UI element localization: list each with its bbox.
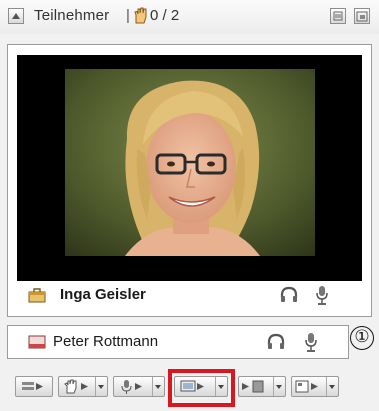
microphone-icon[interactable] [314,284,330,311]
list-view-icon[interactable] [330,8,346,24]
chevron-down-icon[interactable] [273,377,285,396]
title-separator: | [126,7,130,24]
participant-status-icon [28,334,46,355]
participant-list: Inga Geisler [7,44,372,317]
participants-panel: Teilnehmer | 0 / 2 Inga Geisler Peter Ro… [0,0,379,411]
list-item[interactable]: Inga Geisler [17,281,362,309]
participant-name: Peter Rottmann [53,333,159,350]
raise-hand-button[interactable] [58,376,108,397]
chevron-down-icon[interactable] [326,377,338,396]
move-to-room-button[interactable] [15,376,53,397]
list-item[interactable]: Peter Rottmann [7,325,349,359]
microphone-icon[interactable] [303,331,319,358]
video-feed [17,55,362,281]
raised-hand-icon [133,7,148,29]
headphones-icon[interactable] [266,332,286,357]
whiteboard-grant-button[interactable] [238,376,286,397]
chevron-down-icon[interactable] [152,377,164,396]
moderator-icon [27,286,47,309]
collapse-toggle-icon[interactable] [8,8,24,24]
application-share-button[interactable] [291,376,339,397]
participant-name: Inga Geisler [60,286,146,303]
panel-title-bar: Teilnehmer | 0 / 2 [0,0,379,34]
panel-title: Teilnehmer [34,7,110,24]
microphone-grant-button[interactable] [113,376,165,397]
chevron-down-icon[interactable] [95,377,107,396]
participant-count: 0 / 2 [150,7,180,24]
highlight-box [168,369,235,407]
annotation-marker: ① [350,326,374,350]
participant-video-image [65,69,315,256]
headphones-icon[interactable] [279,285,299,310]
undock-window-icon[interactable] [354,8,370,24]
